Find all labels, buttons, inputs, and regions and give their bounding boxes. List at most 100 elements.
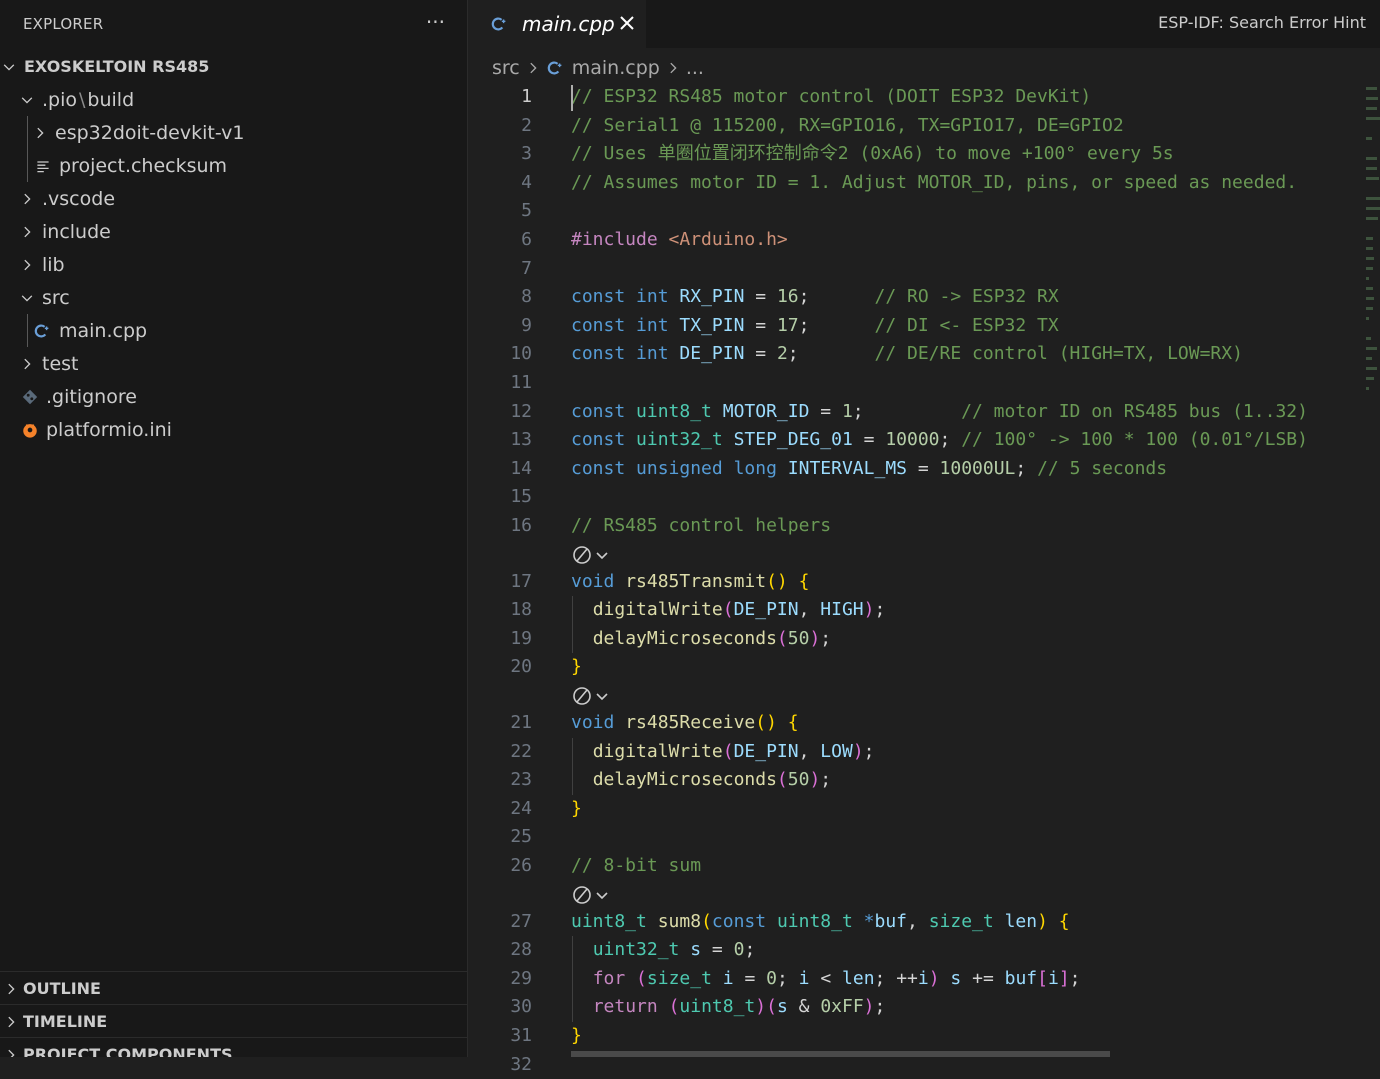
tree-item-main-cpp[interactable]: main.cpp bbox=[0, 314, 467, 347]
code-line[interactable]: 19 delayMicroseconds(50); bbox=[468, 625, 1368, 653]
code-line[interactable]: 26 // 8-bit sum bbox=[468, 852, 1368, 880]
code-token: rs485Transmit bbox=[625, 570, 767, 592]
chevron-right-icon bbox=[4, 1015, 18, 1029]
code-editor[interactable]: 1 // ESP32 RS485 motor control (DOIT ESP3… bbox=[468, 83, 1380, 1075]
code-line[interactable]: 24} bbox=[468, 795, 1368, 823]
code-line[interactable]: 12 const uint8_t MOTOR_ID = 1; // motor I… bbox=[468, 398, 1368, 426]
tree-item-platformio-ini[interactable]: platformio.ini bbox=[0, 413, 467, 446]
code-line[interactable]: 1 // ESP32 RS485 motor control (DOIT ESP3… bbox=[468, 83, 1368, 111]
code-token: const bbox=[571, 429, 626, 451]
line-number: 19 bbox=[510, 627, 532, 649]
line-number: 16 bbox=[510, 515, 532, 536]
code-token: DE_PIN bbox=[733, 740, 799, 762]
breadcrumb-src[interactable]: src bbox=[492, 57, 520, 79]
code-line[interactable]: 14 const unsigned long INTERVAL_MS = 1000… bbox=[468, 455, 1368, 483]
timeline-section[interactable]: TIMELINE bbox=[0, 1004, 467, 1038]
esp-idf-search-error-hint[interactable]: ESP-IDF: Search Error Hint bbox=[1158, 13, 1366, 32]
tree-item-lib[interactable]: lib bbox=[0, 248, 467, 281]
project-components-section[interactable]: PROJECT COMPONENTS bbox=[0, 1037, 467, 1057]
code-line[interactable]: 23 delayMicroseconds(50); bbox=[468, 766, 1368, 794]
code-line[interactable]: 10 const int DE_PIN = 2; // DE/RE control… bbox=[468, 340, 1368, 368]
code-line[interactable]: 17 void rs485Transmit() { bbox=[468, 568, 1368, 596]
code-line[interactable]: 20} bbox=[468, 653, 1368, 681]
code-text: // RS485 control helpers bbox=[571, 512, 831, 540]
code-line[interactable]: 13 const uint32_t STEP_DEG_01 = 10000; //… bbox=[468, 426, 1368, 454]
tree-item-test[interactable]: test bbox=[0, 347, 467, 380]
code-line[interactable]: 27 uint8_t sum8(const uint8_t *buf, size_… bbox=[468, 908, 1368, 936]
codelens-icon[interactable] bbox=[571, 683, 611, 709]
more-actions-icon[interactable]: ··· bbox=[426, 10, 445, 34]
code-token: = bbox=[744, 286, 777, 308]
code-token: uint32_t bbox=[636, 429, 723, 451]
code-line[interactable]: 8 const int RX_PIN = 16; // RO -> ESP32 R… bbox=[468, 283, 1368, 311]
code-token: < bbox=[809, 967, 843, 989]
code-text: const uint8_t MOTOR_ID = 1; // motor ID … bbox=[571, 398, 1308, 426]
outline-section[interactable]: OUTLINE bbox=[0, 971, 467, 1005]
code-token: ) bbox=[755, 996, 767, 1018]
tree-item-gitignore[interactable]: .gitignore bbox=[0, 380, 467, 413]
tree-item-project-checksum[interactable]: project.checksum bbox=[0, 149, 467, 182]
code-line[interactable]: 21 void rs485Receive() { bbox=[468, 709, 1368, 737]
chevron-down-icon bbox=[20, 291, 34, 305]
code-token: ; bbox=[798, 314, 875, 336]
code-token: 10000UL bbox=[939, 457, 1016, 479]
codelens-icon[interactable] bbox=[571, 882, 611, 908]
tree-item-vscode[interactable]: .vscode bbox=[0, 182, 467, 215]
codelens-icon[interactable] bbox=[571, 542, 611, 568]
code-line[interactable]: 22 digitalWrite(DE_PIN, LOW); bbox=[468, 738, 1368, 766]
code-line[interactable]: 5 bbox=[468, 197, 1368, 225]
minimap-line bbox=[1366, 217, 1379, 220]
tree-item-src[interactable]: src bbox=[0, 281, 467, 314]
code-line[interactable]: 4 // Assumes motor ID = 1. Adjust MOTOR_I… bbox=[468, 169, 1368, 197]
minimap-line bbox=[1366, 97, 1378, 100]
code-token: , bbox=[798, 740, 821, 762]
minimap[interactable] bbox=[1362, 83, 1380, 1057]
code-token: const bbox=[711, 910, 767, 932]
code-line[interactable]: 18 digitalWrite(DE_PIN, HIGH); bbox=[468, 596, 1368, 624]
code-token: ( bbox=[722, 740, 734, 762]
close-icon[interactable] bbox=[616, 12, 638, 34]
code-line[interactable]: 28 uint32_t s = 0; bbox=[468, 936, 1368, 964]
code-line[interactable]: 11 bbox=[468, 369, 1368, 397]
code-line[interactable]: 29 for (size_t i = 0; i < len; ++i) s +=… bbox=[468, 965, 1368, 993]
breadcrumb-file[interactable]: main.cpp bbox=[572, 57, 660, 79]
code-line[interactable]: 31} bbox=[468, 1022, 1368, 1050]
code-line[interactable]: 3 // Uses 单圈位置闭环控制命令2 (0xA6) to move +100… bbox=[468, 140, 1368, 168]
tree-item-label: platformio.ini bbox=[46, 418, 172, 441]
minimap-line bbox=[1366, 297, 1374, 300]
horizontal-scrollbar[interactable] bbox=[571, 1051, 1110, 1057]
minimap-line bbox=[1366, 107, 1378, 110]
code-token: delayMicroseconds bbox=[592, 627, 777, 649]
code-line[interactable]: 6 #include <Arduino.h> bbox=[468, 226, 1368, 254]
code-line[interactable]: 15 bbox=[468, 483, 1368, 511]
code-token: // Serial1 @ 115200, RX=GPIO16, TX=GPIO1… bbox=[571, 114, 1124, 136]
line-number: 27 bbox=[510, 910, 532, 932]
code-text: digitalWrite(DE_PIN, HIGH); bbox=[571, 596, 886, 624]
code-line[interactable]: 16 // RS485 control helpers bbox=[468, 512, 1368, 540]
code-line[interactable]: 30 return (uint8_t)(s & 0xFF); bbox=[468, 993, 1368, 1021]
tab-main-cpp[interactable]: main.cpp bbox=[468, 0, 646, 48]
explorer-root-folder[interactable]: EXOSKELTOIN RS485 bbox=[0, 50, 467, 83]
code-token: const bbox=[571, 343, 626, 365]
tree-item-include[interactable]: include bbox=[0, 215, 467, 248]
code-line[interactable]: 2 // Serial1 @ 115200, RX=GPIO16, TX=GPIO… bbox=[468, 112, 1368, 140]
code-token: 50 bbox=[787, 769, 810, 791]
tree-item-pio[interactable]: .pio \ build bbox=[0, 83, 467, 116]
chevron-right-icon bbox=[4, 1048, 18, 1057]
code-token: int bbox=[636, 314, 669, 336]
code-token: uint8_t bbox=[636, 400, 712, 422]
code-line[interactable]: 25 bbox=[468, 823, 1368, 851]
tree-item-esp32doit-devkit-v1[interactable]: esp32doit-devkit-v1 bbox=[0, 116, 467, 149]
chevron-right-icon bbox=[20, 192, 34, 206]
code-token: 16 bbox=[776, 286, 799, 308]
line-number: 32 bbox=[510, 1053, 532, 1075]
breadcrumb-symbol[interactable]: ... bbox=[686, 57, 704, 79]
code-line[interactable]: 7 bbox=[468, 255, 1368, 283]
code-text: } bbox=[571, 795, 582, 823]
code-line[interactable]: 9 const int TX_PIN = 17; // DI <- ESP32 T… bbox=[468, 312, 1368, 340]
line-number: 18 bbox=[510, 599, 532, 621]
tree-item-label: include bbox=[42, 220, 111, 243]
